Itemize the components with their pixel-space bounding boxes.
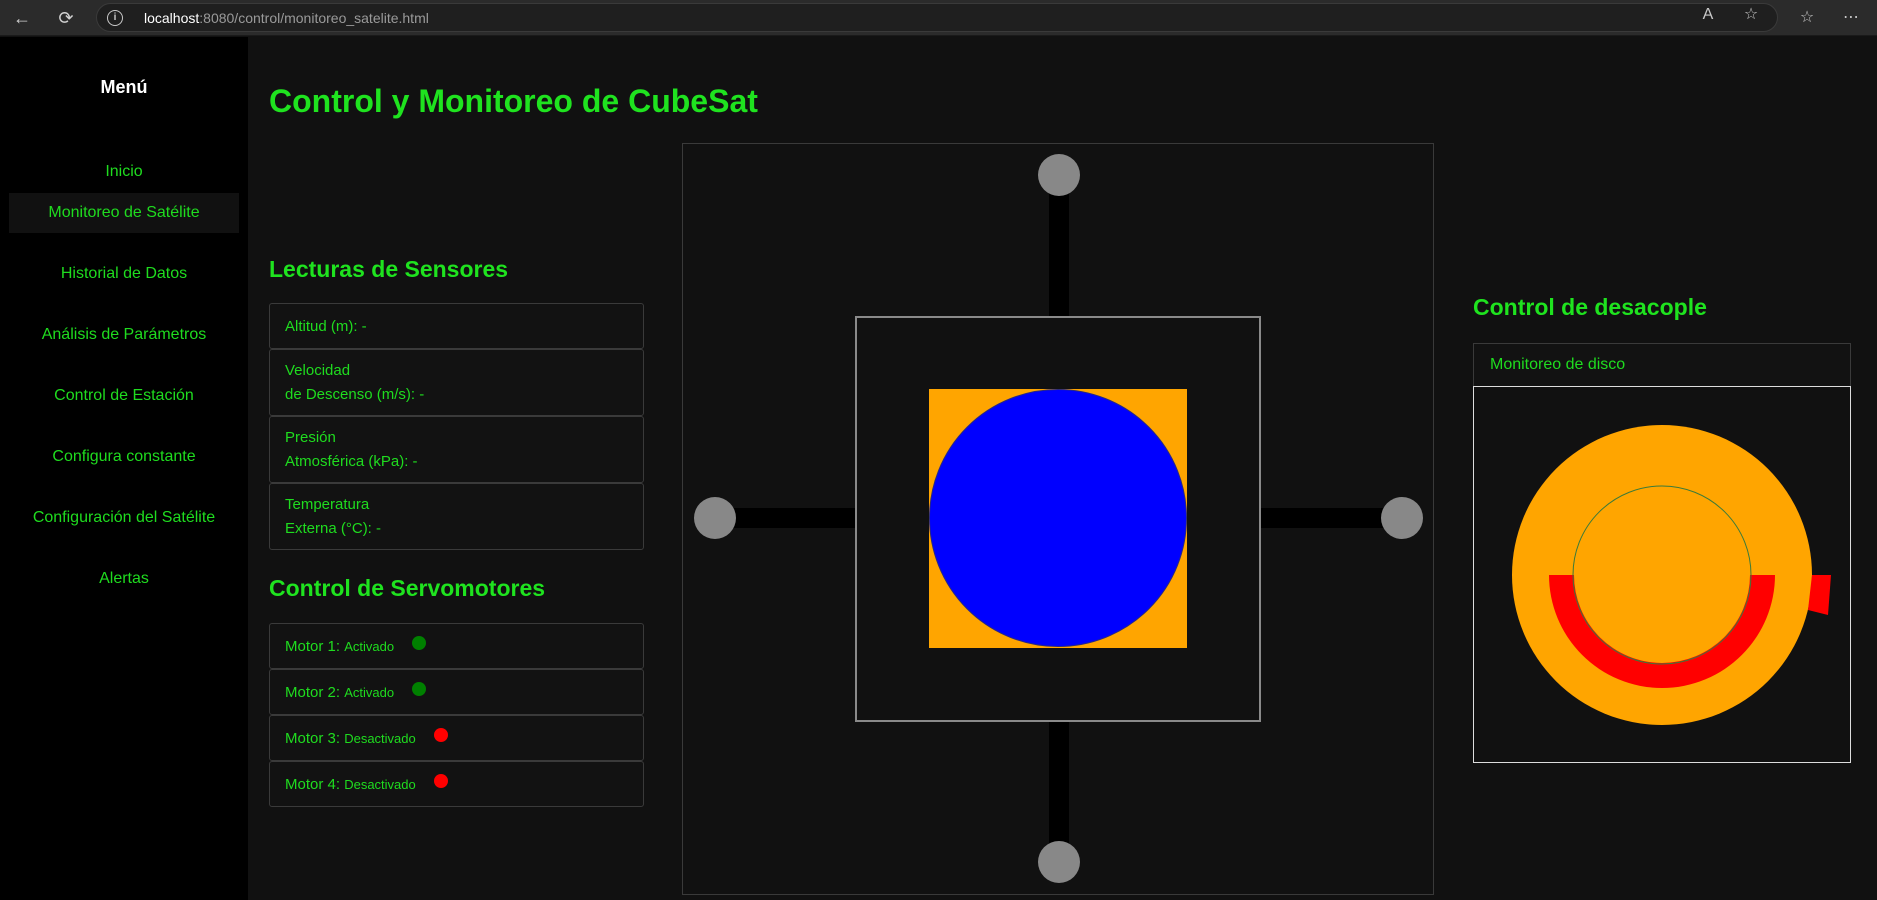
sensor-altitude-label: Altitud (m): - [285,318,367,335]
motor-state: Activado [344,685,395,700]
menu-title: Menú [100,77,148,97]
favorites-icon[interactable]: ☆ [1796,7,1818,29]
read-aloud-icon[interactable]: A [1697,4,1719,26]
status-indicator [412,682,427,696]
sidebar-item-inicio[interactable]: Inicio [9,152,239,192]
motor-label: Motor 4: [285,776,341,793]
sensor-temperature-line2: Externa (°C): - [285,520,382,537]
sidebar-item-configura-constante[interactable]: Configura constante [9,437,239,477]
sensors-title: Lecturas de Sensores [269,256,509,282]
satellite-arm-right [1261,508,1400,528]
satellite-core-circle [929,389,1187,647]
servos-title: Control de Servomotores [269,575,546,601]
sidebar: Menú Inicio Monitoreo de Satélite Histor… [0,37,248,900]
sidebar-item-control-estacion[interactable]: Control de Estación [9,376,239,416]
more-icon[interactable]: ⋯ [1840,7,1862,29]
motor-state: Activado [344,639,395,654]
sensor-pressure-line1: Presión [285,429,336,446]
sidebar-item-monitoreo[interactable]: Monitoreo de Satélite [9,193,239,233]
sidebar-item-analisis[interactable]: Análisis de Parámetros [9,315,239,355]
motor-label: Motor 2: [285,684,341,701]
motor-row[interactable]: Motor 4: Desactivado [269,761,644,807]
status-indicator [433,728,448,742]
star-icon[interactable]: ☆ [1740,4,1762,26]
sensor-temperature-line1: Temperatura [285,496,370,513]
motor-label: Motor 3: [285,730,341,747]
sensor-velocity-line1: Velocidad [285,362,351,379]
sensor-pressure-line2: Atmosférica (kPa): - [285,453,418,470]
disk-monitor [1473,386,1851,763]
sidebar-item-alertas[interactable]: Alertas [9,559,239,599]
motor-state: Desactivado [344,731,416,746]
url-text[interactable]: localhost:8080/control/monitoreo_satelit… [144,10,429,26]
status-indicator [412,636,427,650]
browser-toolbar: ← ⟳ i localhost:8080/control/monitoreo_s… [0,0,1877,36]
satellite-arm-left [716,508,855,528]
motor-label: Motor 1: [285,638,341,655]
motor-row[interactable]: Motor 2: Activado [269,669,644,715]
sensor-velocity: Velocidad de Descenso (m/s): - [269,349,644,416]
sensor-velocity-line2: de Descenso (m/s): - [285,386,425,403]
satellite-arm-top [1049,176,1069,316]
page-title: Control y Monitoreo de CubeSat [269,83,758,119]
sidebar-item-configuracion-satelite[interactable]: Configuración del Satélite [9,498,239,538]
status-indicator [433,774,448,788]
info-icon[interactable]: i [107,10,123,26]
address-bar[interactable]: i localhost:8080/control/monitoreo_satel… [96,3,1778,32]
sidebar-item-historial[interactable]: Historial de Datos [9,254,239,294]
disk-arc-segment [1808,575,1831,615]
sensor-temperature: Temperatura Externa (°C): - [269,483,644,550]
sensor-pressure: Presión Atmosférica (kPa): - [269,416,644,483]
motor-row[interactable]: Motor 1: Activado [269,623,644,669]
satellite-node-left [694,497,736,539]
satellite-node-top [1038,154,1080,196]
back-icon[interactable]: ← [11,7,33,29]
motor-state: Desactivado [344,777,416,792]
disk-graphic [1512,425,1831,725]
reload-icon[interactable]: ⟳ [55,7,77,29]
satellite-node-bottom [1038,841,1080,883]
satellite-node-right [1381,497,1423,539]
tab-disk-monitoring[interactable]: Monitoreo de disco [1473,343,1851,386]
sensor-altitude: Altitud (m): - [269,303,644,349]
motor-row[interactable]: Motor 3: Desactivado [269,715,644,761]
decoupling-title: Control de desacople [1473,294,1707,320]
